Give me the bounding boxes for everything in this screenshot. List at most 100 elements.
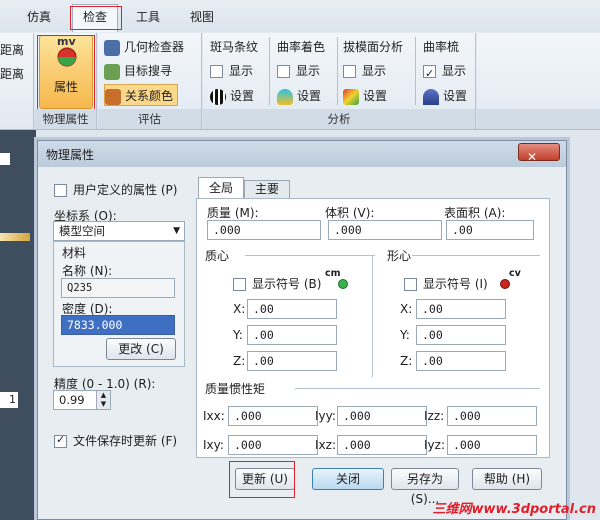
cv-z-field[interactable]: .00 [416, 351, 506, 371]
draft-show-checkbox[interactable]: 显示 [343, 60, 386, 82]
izz-label: Izz: [424, 409, 445, 423]
area-field[interactable]: .00 [446, 220, 534, 240]
curvature-comb-settings-button[interactable]: 设置 [423, 85, 467, 107]
distance-item-1[interactable]: 距离 [0, 39, 24, 61]
volume-label: 体积 (V): [325, 206, 375, 220]
save-as-button[interactable]: 另存为 (S)... [391, 468, 459, 506]
geometry-checker-icon [104, 39, 120, 56]
curvature-color-show-checkbox[interactable]: 显示 [277, 60, 320, 82]
distance-item-2[interactable]: 距离 [0, 63, 24, 85]
relation-color-button[interactable]: 关系颜色 [104, 84, 179, 106]
target-finder-label: 目标搜寻 [124, 64, 173, 78]
ixy-field[interactable]: .000 [228, 435, 318, 455]
highlight-inspect-tab [70, 6, 122, 30]
dialog-title-bar: 物理属性 ✕ [38, 141, 566, 167]
zebra-show-checkbox[interactable]: 显示 [210, 60, 253, 82]
close-icon: ✕ [527, 150, 538, 164]
cm-z-field[interactable]: .00 [247, 351, 337, 371]
zebra-show-box[interactable] [210, 65, 223, 78]
izz-field[interactable]: .000 [447, 406, 537, 426]
change-material-button[interactable]: 更改 (C) [106, 338, 176, 360]
iyy-field[interactable]: .000 [337, 406, 427, 426]
volume-field[interactable]: .000 [328, 220, 442, 240]
group-physical-properties: mv 属性 物理属性 [35, 33, 97, 129]
iyy-label: Iyy: [315, 409, 336, 423]
tab-tools[interactable]: 工具 [128, 5, 168, 29]
curvature-color-show-label: 显示 [296, 64, 321, 78]
centroid-show-label: 显示符号 (B) [252, 277, 322, 291]
material-name-label: 名称 (N): [62, 264, 113, 278]
tab-global[interactable]: 全局 [198, 177, 244, 199]
separator [269, 37, 270, 105]
material-name-field[interactable]: Q235 [61, 278, 175, 298]
close-button[interactable]: 关闭 [312, 468, 384, 490]
cv-y-field[interactable]: .00 [416, 325, 506, 345]
centroid-show-box[interactable] [233, 278, 246, 291]
update-on-save-checkbox[interactable]: 文件保存时更新 (F) [54, 432, 177, 449]
target-finder-button[interactable]: 目标搜寻 [104, 60, 172, 82]
ixx-field[interactable]: .000 [228, 406, 318, 426]
curvature-comb-show-label: 显示 [442, 64, 467, 78]
user-defined-checkbox[interactable]: 用户定义的属性 (P) [54, 181, 177, 198]
zebra-settings-button[interactable]: 设置 [210, 85, 254, 107]
user-defined-box[interactable] [54, 184, 67, 197]
curvature-color-settings-button[interactable]: 设置 [277, 85, 321, 107]
viewport-fragment [0, 153, 10, 165]
iyz-field[interactable]: .000 [447, 435, 537, 455]
curvature-color-show-box[interactable] [277, 65, 290, 78]
geometry-checker-label: 几何检查器 [124, 40, 185, 54]
inertia-title: 质量惯性矩 [205, 382, 266, 396]
curvature-comb-show-box[interactable] [423, 63, 436, 85]
precision-stepper[interactable]: ▲ ▼ [96, 391, 110, 409]
centroid-marker-icon [338, 279, 348, 289]
centroid-symbol-label: cm [325, 268, 341, 279]
group-analysis: 斑马条纹 显示 设置 曲率着色 显示 设置 拔模面分析 显示 设置 曲率梳 显示… [203, 33, 476, 129]
shape-center-show-checkbox[interactable]: 显示符号 (I) [404, 275, 488, 292]
help-button[interactable]: 帮助 (H) [472, 468, 542, 490]
tab-view[interactable]: 视图 [182, 5, 222, 29]
viewport-value: 1 [0, 392, 18, 408]
shape-center-symbol-label: cv [509, 268, 521, 279]
relation-color-label: 关系颜色 [125, 89, 174, 103]
material-title: 材料 [62, 246, 87, 260]
coordinate-system-select[interactable]: 模型空间 ▼ [53, 221, 185, 241]
watermark: 三维网www.3dportal.cn [432, 502, 596, 517]
draft-settings-button[interactable]: 设置 [343, 85, 387, 107]
separator [372, 255, 373, 377]
ribbon-tab-bar: 仿真 检查 工具 视图 [0, 0, 600, 32]
mass-field[interactable]: .000 [207, 220, 321, 240]
density-field[interactable]: 7833.000 [61, 315, 175, 335]
cm-x-field[interactable]: .00 [247, 299, 337, 319]
update-on-save-box[interactable] [54, 433, 67, 448]
highlight-properties-button [37, 35, 95, 111]
dialog-close-button[interactable]: ✕ [518, 143, 560, 164]
group-label-physical: 物理属性 [35, 109, 96, 129]
cm-z-label: Z: [233, 354, 246, 368]
separator [245, 255, 375, 256]
stepper-down-icon[interactable]: ▼ [97, 400, 110, 409]
shape-center-show-box[interactable] [404, 278, 417, 291]
separator [295, 388, 540, 389]
update-on-save-label: 文件保存时更新 (F) [73, 434, 178, 448]
curvature-comb-settings-label: 设置 [443, 89, 468, 103]
coordinate-system-value: 模型空间 [59, 224, 105, 238]
draft-show-box[interactable] [343, 65, 356, 78]
tab-main[interactable]: 主要 [244, 180, 290, 199]
stepper-up-icon[interactable]: ▲ [97, 391, 110, 400]
shape-center-title: 形心 [387, 249, 412, 263]
chevron-down-icon[interactable]: ▼ [173, 222, 180, 240]
material-panel: 材料 名称 (N): Q235 密度 (D): 7833.000 更改 (C) [53, 241, 185, 367]
viewport-strip: 1 [0, 130, 36, 520]
centroid-show-checkbox[interactable]: 显示符号 (B) [233, 275, 321, 292]
ixz-field[interactable]: .000 [337, 435, 427, 455]
group-evaluate: 几何检查器 目标搜寻 关系颜色 评估 [98, 33, 202, 129]
physical-properties-dialog: 物理属性 ✕ 用户定义的属性 (P) 坐标系 (O): 模型空间 ▼ 材料 名称… [37, 140, 567, 520]
target-finder-icon [104, 63, 120, 80]
cv-x-field[interactable]: .00 [416, 299, 506, 319]
tab-simulation[interactable]: 仿真 [20, 5, 58, 29]
cm-y-field[interactable]: .00 [247, 325, 337, 345]
curvature-color-icon [277, 88, 293, 105]
geometry-checker-button[interactable]: 几何检查器 [104, 36, 184, 58]
relation-color-icon [105, 88, 121, 105]
curvature-comb-show-checkbox[interactable]: 显示 [423, 60, 467, 85]
